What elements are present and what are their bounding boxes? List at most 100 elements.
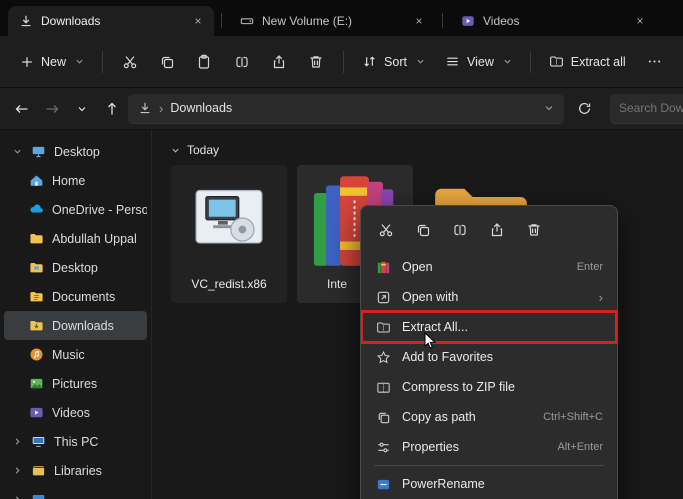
share-button[interactable] <box>260 44 297 80</box>
sidebar-item-libraries[interactable]: Libraries <box>4 456 147 485</box>
sidebar-item-user-folder[interactable]: Abdullah Uppal <box>4 224 147 253</box>
recent-locations-button[interactable] <box>68 95 96 123</box>
toolbar-divider <box>343 50 345 73</box>
sidebar-item-home[interactable]: Home <box>4 166 147 195</box>
pictures-icon <box>29 376 44 391</box>
new-button-label: New <box>41 54 67 69</box>
menu-item-compress-to-zip[interactable]: Compress to ZIP file <box>365 372 613 402</box>
address-bar[interactable]: › Downloads <box>128 93 564 124</box>
tab-label: Videos <box>483 14 520 28</box>
search-box[interactable] <box>610 93 683 124</box>
sidebar-item-label: Downloads <box>52 318 114 333</box>
chevron-down-icon <box>171 146 180 155</box>
sidebar-item-downloads[interactable]: Downloads <box>4 311 147 340</box>
more-options-button[interactable] <box>636 44 673 80</box>
menu-item-label: Add to Favorites <box>402 350 494 364</box>
navigation-bar: › Downloads <box>0 88 683 130</box>
share-button[interactable] <box>480 214 514 246</box>
powerrename-icon <box>374 477 392 492</box>
menu-shortcut: Ctrl+Shift+C <box>543 411 603 423</box>
scissors-icon <box>122 54 138 70</box>
menu-item-copy-as-path[interactable]: Copy as path Ctrl+Shift+C <box>365 402 613 432</box>
paste-icon <box>196 54 212 70</box>
menu-item-label: Properties <box>402 440 459 454</box>
rename-button[interactable] <box>443 214 477 246</box>
toolbar-divider <box>102 50 103 73</box>
annotation-highlight <box>361 310 617 344</box>
sort-icon <box>362 54 377 69</box>
sidebar-item-partial[interactable] <box>4 485 147 499</box>
tab-divider <box>442 13 443 28</box>
sidebar-item-label: Documents <box>52 289 116 304</box>
refresh-button[interactable] <box>570 95 598 123</box>
trash-icon <box>526 222 542 238</box>
sidebar-item-documents[interactable]: Documents <box>4 282 147 311</box>
view-button[interactable]: View <box>435 46 522 77</box>
extract-all-button[interactable]: Extract all <box>539 46 636 77</box>
tab-videos[interactable]: Videos × <box>450 6 656 36</box>
command-toolbar: New Sort View Extract all <box>0 36 683 88</box>
extract-all-button-label: Extract all <box>570 54 626 69</box>
menu-item-open[interactable]: Open Enter <box>365 252 613 282</box>
copy-button[interactable] <box>148 44 185 80</box>
tab-label: Downloads <box>41 14 101 28</box>
menu-item-open-with[interactable]: Open with › <box>365 282 613 312</box>
tab-downloads[interactable]: Downloads × <box>8 6 214 36</box>
documents-folder-icon <box>29 289 44 304</box>
file-tile-vc-redist[interactable]: VC_redist.x86 <box>171 165 287 303</box>
menu-item-properties[interactable]: Properties Alt+Enter <box>365 432 613 462</box>
back-button[interactable] <box>8 95 36 123</box>
sort-button[interactable]: Sort <box>352 46 435 77</box>
up-button[interactable] <box>98 95 126 123</box>
rename-icon <box>234 54 250 70</box>
sidebar-item-music[interactable]: Music <box>4 340 147 369</box>
menu-item-powerrename[interactable]: PowerRename <box>365 469 613 499</box>
sidebar-item-label: Music <box>52 347 85 362</box>
group-header-today[interactable]: Today <box>153 130 683 159</box>
tab-close-icon[interactable]: × <box>630 11 650 31</box>
tab-new-volume[interactable]: New Volume (E:) × <box>229 6 435 36</box>
cloud-icon <box>29 202 44 217</box>
sidebar-item-desktop[interactable]: Desktop <box>4 253 147 282</box>
new-button[interactable]: New <box>10 47 94 77</box>
sidebar-item-desktop-pinned[interactable]: Desktop <box>4 137 147 166</box>
tab-close-icon[interactable]: × <box>188 11 208 31</box>
menu-item-label: Copy as path <box>402 410 476 424</box>
address-dropdown-icon[interactable] <box>544 103 554 113</box>
winrar-app-icon <box>374 260 392 275</box>
sidebar-item-pictures[interactable]: Pictures <box>4 369 147 398</box>
extract-icon <box>549 54 564 69</box>
open-with-icon <box>374 290 392 305</box>
menu-item-extract-all[interactable]: Extract All... <box>361 310 617 344</box>
cut-button[interactable] <box>369 214 403 246</box>
arrow-left-icon <box>14 101 30 117</box>
network-icon <box>31 492 46 499</box>
chevron-down-icon <box>416 57 425 66</box>
copy-button[interactable] <box>406 214 440 246</box>
search-input[interactable] <box>619 101 683 115</box>
tab-close-icon[interactable]: × <box>409 11 429 31</box>
menu-item-add-to-favorites[interactable]: Add to Favorites <box>365 342 613 372</box>
cut-button[interactable] <box>111 44 148 80</box>
paste-button[interactable] <box>186 44 223 80</box>
file-name: VC_redist.x86 <box>191 277 267 291</box>
tab-divider <box>221 13 222 28</box>
delete-button[interactable] <box>298 44 335 80</box>
sidebar-item-this-pc[interactable]: This PC <box>4 427 147 456</box>
delete-button[interactable] <box>517 214 551 246</box>
videos-icon <box>461 14 475 28</box>
view-button-label: View <box>466 54 494 69</box>
forward-button[interactable] <box>38 95 66 123</box>
sidebar-item-onedrive[interactable]: OneDrive - Personal <box>4 195 147 224</box>
menu-shortcut: Enter <box>576 261 603 273</box>
sidebar-item-videos[interactable]: Videos <box>4 398 147 427</box>
chevron-down-icon <box>75 57 84 66</box>
drive-icon <box>240 14 254 28</box>
chevron-down-icon <box>77 104 87 114</box>
rename-button[interactable] <box>223 44 260 80</box>
arrow-up-icon <box>104 101 120 117</box>
ellipsis-icon <box>647 54 662 69</box>
chevron-down-icon <box>503 57 512 66</box>
breadcrumb[interactable]: Downloads <box>170 101 232 115</box>
sidebar-item-label: This PC <box>54 434 99 449</box>
